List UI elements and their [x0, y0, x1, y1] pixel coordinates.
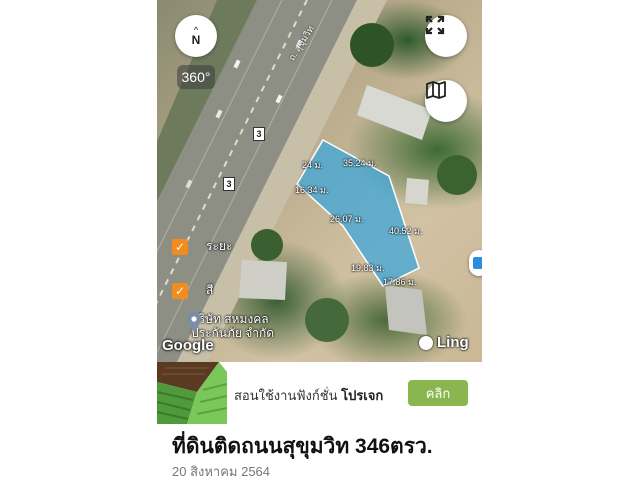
side-panel-toggle[interactable]: [469, 250, 482, 276]
expand-icon: [425, 15, 445, 35]
view-360-button[interactable]: 360°: [177, 65, 215, 89]
banner-text: สอนใช้งานฟังก์ชั่น โปรเจก: [234, 385, 383, 406]
map-type-button[interactable]: [425, 80, 467, 122]
legend-color-toggle[interactable]: ✓ สี: [172, 281, 213, 300]
tree-cluster: [305, 298, 349, 342]
ling-logo-text: Ling: [437, 334, 469, 351]
banner-click-button[interactable]: คลิก: [408, 380, 468, 406]
compass-north-label: N: [191, 33, 201, 47]
ling-logo-icon: [419, 335, 433, 350]
route-number-badge: 3: [223, 177, 235, 191]
listing-date: 20 สิงหาคม 2564: [172, 464, 271, 479]
place-name-line: บริษัท สหมงคล: [191, 312, 269, 326]
location-pin-icon: [187, 312, 201, 332]
legend-distance-label: ระยะ: [206, 239, 233, 253]
measurement-label: 26.07 ม.: [330, 214, 364, 224]
building: [357, 85, 432, 140]
checkbox-checked-icon[interactable]: ✓: [172, 238, 188, 255]
listing-title: ที่ดินติดถนนสุขุมวิท 346ตรว.: [172, 435, 433, 458]
promo-banner[interactable]: สอนใช้งานฟังก์ชั่น โปรเจก คลิก: [157, 362, 482, 424]
satellite-map[interactable]: ^ N 360° ถ. สุขุมวิท 3 3 24 ม. 35.24 ม. …: [157, 0, 482, 362]
book-icon: [473, 257, 482, 269]
measurement-label: 40.52 ม.: [389, 226, 423, 236]
tree-cluster: [350, 23, 394, 67]
measurement-label: 16.34 ม.: [295, 185, 329, 195]
place-marker[interactable]: บริษัท สหมงคล ประกันภัย จำกัด: [187, 312, 274, 340]
banner-text-bold: โปรเจก: [341, 388, 384, 403]
measurement-label: 19.83 ม.: [351, 263, 385, 273]
building: [385, 285, 427, 335]
compass-button[interactable]: ^ N: [175, 15, 217, 57]
legend-color-label: สี: [206, 283, 214, 297]
checkbox-checked-icon[interactable]: ✓: [172, 282, 188, 299]
route-number-badge: 3: [253, 127, 265, 141]
place-name: บริษัท สหมงคล ประกันภัย จำกัด: [191, 312, 274, 340]
google-logo: Google: [162, 337, 214, 354]
tree-cluster: [251, 229, 283, 261]
fullscreen-button[interactable]: [425, 15, 467, 57]
measurement-label: 35.24 ม.: [343, 158, 377, 168]
building: [239, 260, 287, 300]
map-layer-icon: [426, 81, 446, 99]
measurement-label: 17.86 ม.: [383, 277, 417, 287]
farmland-illustration-icon: [157, 362, 227, 424]
ling-logo: Ling: [419, 334, 469, 351]
banner-text-prefix: สอนใช้งานฟังก์ชั่น: [234, 388, 338, 403]
building: [405, 178, 429, 205]
tree-cluster: [437, 155, 477, 195]
app-frame: ^ N 360° ถ. สุขุมวิท 3 3 24 ม. 35.24 ม. …: [157, 0, 482, 480]
measurement-label: 24 ม.: [302, 160, 323, 170]
legend-distance-toggle[interactable]: ✓ ระยะ: [172, 237, 232, 256]
